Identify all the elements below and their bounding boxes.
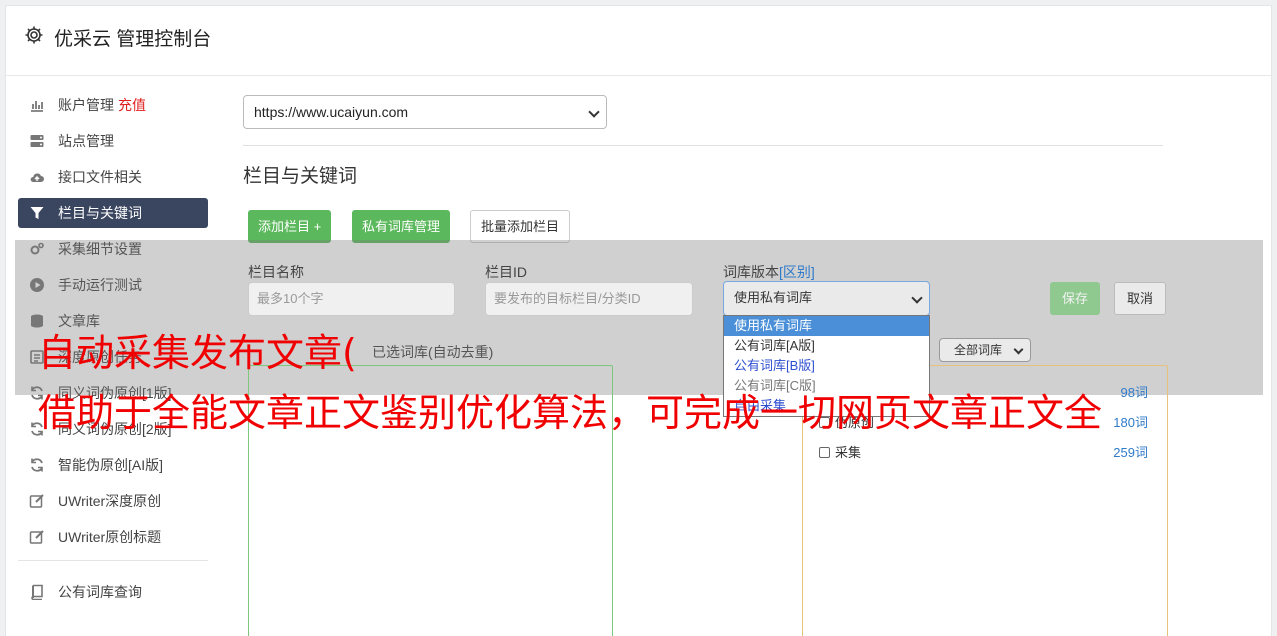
version-select-value: 使用私有词库 bbox=[734, 290, 813, 305]
sidebar-divider bbox=[18, 560, 208, 561]
site-select[interactable]: https://www.ucaiyun.com bbox=[243, 95, 607, 129]
sidebar-item-label: 站点管理 bbox=[58, 133, 114, 149]
sidebar-item-uwriter-deep[interactable]: UWriter深度原创 bbox=[18, 486, 208, 516]
dropdown-option-public-a[interactable]: 公有词库[A版] bbox=[724, 336, 929, 356]
sidebar-item-label: 智能伪原创[AI版] bbox=[58, 457, 164, 473]
refresh-icon bbox=[31, 458, 43, 472]
sidebar-item-public-lib[interactable]: 公有词库查询 bbox=[18, 577, 208, 607]
checkbox[interactable] bbox=[819, 447, 830, 458]
lib-filter-value: 全部词库 bbox=[954, 343, 1003, 357]
chevron-down-icon bbox=[588, 106, 600, 118]
overlay-caption-line1: 自动采集发布文章( bbox=[38, 331, 357, 375]
book-icon bbox=[31, 584, 43, 600]
dropdown-option-public-b[interactable]: 公有词库[B版] bbox=[724, 356, 929, 376]
sidebar-item-label: 接口文件相关 bbox=[58, 169, 142, 185]
edit-icon bbox=[29, 530, 44, 544]
cloud-upload-icon bbox=[30, 173, 44, 182]
overlay-caption-line2: 借助于全能文章正文鉴别优化算法，可完成一切网页文章正文全 bbox=[38, 391, 1103, 435]
save-button[interactable]: 保存 bbox=[1050, 282, 1101, 315]
sidebar-item-sites[interactable]: 站点管理 bbox=[18, 126, 208, 156]
edit-icon bbox=[29, 494, 44, 508]
version-label: 词库版本[区别] bbox=[723, 262, 815, 282]
gear-icon bbox=[25, 26, 43, 44]
filter-icon bbox=[30, 207, 44, 219]
bar-chart-icon bbox=[31, 101, 43, 112]
divider bbox=[243, 145, 1163, 146]
sidebar-item-label: 账户管理 bbox=[58, 97, 114, 113]
column-name-input[interactable]: 最多10个字 bbox=[248, 282, 455, 316]
recharge-link[interactable]: 充值 bbox=[118, 97, 146, 113]
sidebar-item-ai-original[interactable]: 智能伪原创[AI版] bbox=[18, 450, 208, 480]
server-icon bbox=[30, 135, 44, 147]
sidebar-item-uwriter-title[interactable]: UWriter原创标题 bbox=[18, 522, 208, 552]
section-title: 栏目与关键词 bbox=[243, 166, 358, 187]
column-name-label: 栏目名称 bbox=[248, 264, 304, 280]
site-select-value: https://www.ucaiyun.com bbox=[254, 104, 409, 120]
lib-option-collect[interactable]: 采集 bbox=[819, 442, 861, 461]
sidebar-item-label: 公有词库查询 bbox=[58, 584, 142, 600]
sidebar-item-label: 栏目与关键词 bbox=[58, 205, 142, 221]
chevron-down-icon bbox=[911, 292, 923, 304]
add-column-button[interactable]: 添加栏目 + bbox=[248, 210, 332, 243]
sidebar-item-columns-keywords[interactable]: 栏目与关键词 bbox=[18, 198, 208, 228]
version-select[interactable]: 使用私有词库 bbox=[723, 281, 930, 316]
sidebar-item-label: UWriter深度原创 bbox=[58, 493, 162, 509]
batch-add-button[interactable]: 批量添加栏目 bbox=[470, 210, 571, 243]
chevron-down-icon bbox=[1013, 344, 1024, 355]
page-title: 优采云 管理控制台 bbox=[54, 29, 212, 50]
selected-lib-label: 已选词库(自动去重) bbox=[372, 344, 494, 360]
sidebar-item-account[interactable]: 账户管理 充值 bbox=[18, 90, 208, 120]
version-label-text: 词库版本 bbox=[723, 264, 779, 280]
dropdown-option-private[interactable]: 使用私有词库 bbox=[724, 316, 929, 336]
column-id-input[interactable]: 要发布的目标栏目/分类ID bbox=[485, 282, 693, 316]
cancel-button[interactable]: 取消 bbox=[1114, 282, 1167, 315]
private-lib-button[interactable]: 私有词库管理 bbox=[352, 210, 451, 243]
sidebar-item-interface[interactable]: 接口文件相关 bbox=[18, 162, 208, 192]
page-header: 优采云 管理控制台 bbox=[6, 6, 1271, 76]
version-diff-link[interactable]: [区别] bbox=[779, 264, 815, 280]
lib-name: 采集 bbox=[835, 445, 862, 460]
column-id-label: 栏目ID bbox=[485, 264, 527, 280]
lib-filter-select[interactable]: 全部词库 bbox=[939, 338, 1031, 362]
sidebar-item-label: UWriter原创标题 bbox=[58, 529, 162, 545]
lib-count-2[interactable]: 259词 bbox=[1088, 442, 1148, 461]
